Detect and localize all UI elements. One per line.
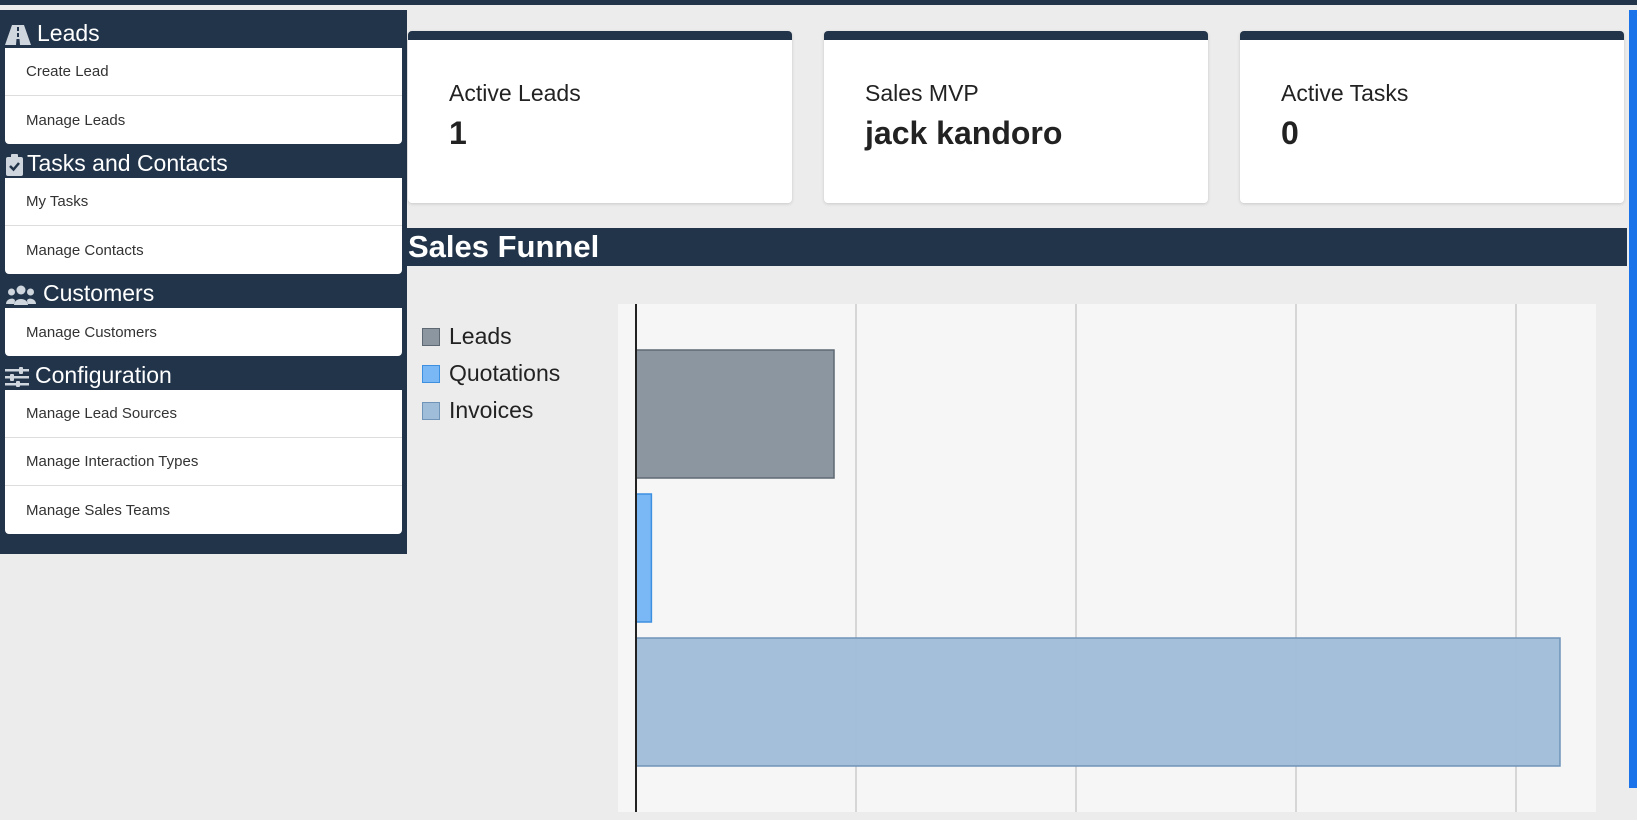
stat-value: 0 <box>1281 115 1299 151</box>
legend-label: Invoices <box>449 397 534 423</box>
menu-group-configuration: Manage Lead Sources Manage Interaction T… <box>5 390 402 534</box>
menu-item-manage-contacts[interactable]: Manage Contacts <box>5 226 402 274</box>
legend-item-leads[interactable]: Leads <box>422 318 560 355</box>
sales-funnel-chart <box>618 304 1596 812</box>
legend-item-invoices[interactable]: Invoices <box>422 392 560 429</box>
menu-item-manage-interaction-types[interactable]: Manage Interaction Types <box>5 438 402 486</box>
sales-funnel-header: Sales Funnel <box>407 228 1627 266</box>
stat-card-sales-mvp: Sales MVP jack kandoro <box>824 31 1208 203</box>
clipboard-check-icon <box>5 154 23 176</box>
stat-label: Active Leads <box>449 80 581 106</box>
legend-swatch <box>422 364 440 383</box>
stat-card-active-leads: Active Leads 1 <box>408 31 792 203</box>
stat-label: Active Tasks <box>1281 80 1409 106</box>
legend-swatch <box>422 327 440 346</box>
menu-item-my-tasks[interactable]: My Tasks <box>5 178 402 226</box>
section-title: Tasks and Contacts <box>27 150 228 176</box>
sliders-icon <box>5 366 29 388</box>
sales-funnel-title: Sales Funnel <box>408 229 600 264</box>
scroll-accent[interactable] <box>1629 10 1637 788</box>
menu-item-manage-customers[interactable]: Manage Customers <box>5 308 402 356</box>
section-title: Configuration <box>35 362 172 388</box>
stat-label: Sales MVP <box>865 80 979 106</box>
menu-group-tasks: My Tasks Manage Contacts <box>5 178 402 274</box>
users-icon <box>5 284 37 306</box>
menu-group-customers: Manage Customers <box>5 308 402 356</box>
legend-label: Leads <box>449 323 512 349</box>
menu-item-manage-leads[interactable]: Manage Leads <box>5 96 402 144</box>
stat-value: 1 <box>449 115 467 151</box>
section-header-tasks: Tasks and Contacts <box>0 144 407 178</box>
chart-svg <box>618 304 1596 812</box>
menu-item-manage-sales-teams[interactable]: Manage Sales Teams <box>5 486 402 534</box>
legend-swatch <box>422 401 440 420</box>
legend-label: Quotations <box>449 360 561 386</box>
road-icon <box>5 24 31 46</box>
section-header-configuration: Configuration <box>0 356 407 390</box>
section-title: Customers <box>43 280 155 306</box>
stat-card-active-tasks: Active Tasks 0 <box>1240 31 1624 203</box>
sidebar: Leads Create Lead Manage Leads Tasks and… <box>0 10 407 554</box>
menu-group-leads: Create Lead Manage Leads <box>5 48 402 144</box>
chart-legend: Leads Quotations Invoices <box>422 318 560 429</box>
bar-leads[interactable] <box>635 349 835 479</box>
section-title: Leads <box>37 20 100 46</box>
section-header-leads: Leads <box>0 10 407 48</box>
stat-value: jack kandoro <box>865 115 1063 151</box>
section-header-customers: Customers <box>0 274 407 308</box>
bar-invoices[interactable] <box>635 637 1561 767</box>
bar-quotations[interactable] <box>635 493 653 623</box>
top-bar <box>0 0 1637 5</box>
menu-item-manage-lead-sources[interactable]: Manage Lead Sources <box>5 390 402 438</box>
menu-item-create-lead[interactable]: Create Lead <box>5 48 402 96</box>
legend-item-quotations[interactable]: Quotations <box>422 355 560 392</box>
